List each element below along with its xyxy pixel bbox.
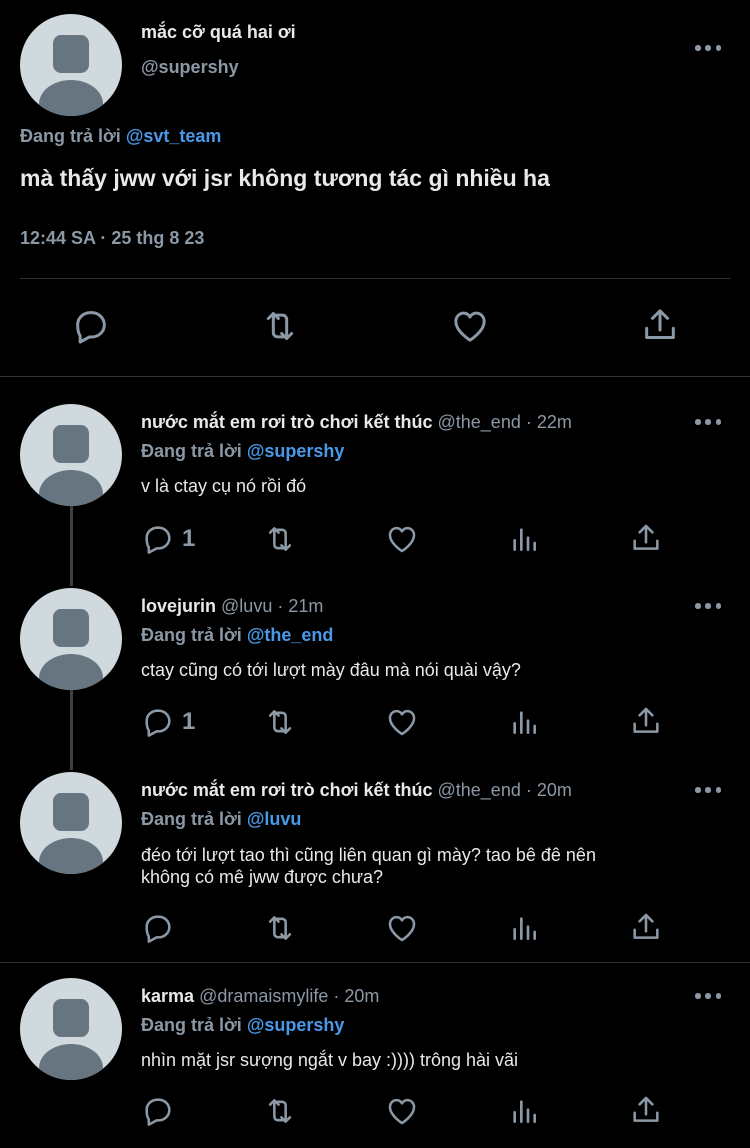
user-handle[interactable]: @the_end [438,780,521,800]
avatar[interactable] [20,978,122,1080]
heart-icon[interactable] [385,911,419,945]
avatar[interactable] [20,772,122,874]
reply-context: Đang trả lời @luvu [141,809,301,830]
reply-to-link[interactable]: @svt_team [126,126,222,146]
tweet-text: v là ctay cụ nó rồi đó [141,476,307,496]
user-handle[interactable]: @supershy [141,57,239,78]
reply-to-link[interactable]: @luvu [247,809,302,829]
tweet-time[interactable]: · 21m [277,596,323,616]
share-icon[interactable] [629,910,663,944]
display-name[interactable]: nước mắt em rơi trò chơi kết thúc [141,412,432,432]
thread-line [70,690,73,770]
more-icon[interactable] [695,43,721,53]
share-icon[interactable] [629,704,663,738]
reply-icon[interactable] [141,705,175,739]
retweet-icon[interactable] [262,911,298,945]
reply-icon[interactable] [141,1094,175,1128]
heart-icon[interactable] [385,705,419,739]
tweet-time[interactable]: · 20m [333,986,379,1006]
tweet-time[interactable]: · 22m [526,412,572,432]
heart-icon[interactable] [385,522,419,556]
reply-icon[interactable] [141,522,175,556]
reply-context: Đang trả lời @the_end [141,625,333,646]
tweet-text: mà thấy jww với jsr không tương tác gì n… [20,165,550,191]
reply-count: 1 [182,525,196,552]
user-handle[interactable]: @dramaismylife [199,986,328,1006]
reply-context: Đang trả lời @svt_team [20,126,221,147]
divider [20,278,730,279]
section-divider [0,376,750,377]
reply-to-link[interactable]: @supershy [247,1015,345,1035]
tweet-time[interactable]: · 20m [526,780,572,800]
tweet-text: nhìn mặt jsr sượng ngắt v bay :)))) trôn… [141,1050,519,1070]
retweet-icon[interactable] [262,705,298,739]
share-icon[interactable] [629,1093,663,1127]
reply-icon[interactable] [71,306,111,346]
reply-header: karma @dramaismylife · 20m [141,986,379,1007]
display-name[interactable]: mắc cỡ quá hai ơi [141,22,296,43]
avatar[interactable] [20,588,122,690]
reply-context: Đang trả lời @supershy [141,1015,344,1036]
tweet-text-line: không có mê jww được chưa? [141,867,384,887]
reply-count: 1 [182,708,196,735]
reply-to-link[interactable]: @supershy [247,441,345,461]
reply-prefix: Đang trả lời [141,1015,242,1035]
reply-prefix: Đang trả lời [141,625,242,645]
views-icon[interactable] [508,911,540,945]
thread-line [70,506,73,586]
user-handle[interactable]: @the_end [438,412,521,432]
share-icon[interactable] [640,305,680,345]
display-name[interactable]: karma [141,986,194,1006]
tweet-text: ctay cũng có tới lượt mày đâu mà nói quà… [141,660,521,680]
views-icon[interactable] [508,522,540,556]
heart-icon[interactable] [450,306,490,346]
more-icon[interactable] [695,601,721,611]
more-icon[interactable] [695,785,721,795]
user-handle[interactable]: @luvu [221,596,272,616]
more-icon[interactable] [695,417,721,427]
section-divider [0,962,750,963]
reply-context: Đang trả lời @supershy [141,441,344,462]
heart-icon[interactable] [385,1094,419,1128]
more-icon[interactable] [695,991,721,1001]
reply-header: nước mắt em rơi trò chơi kết thúc @the_e… [141,780,572,801]
reply-prefix: Đang trả lời [141,809,242,829]
avatar[interactable] [20,14,122,116]
reply-prefix: Đang trả lời [20,126,121,146]
share-icon[interactable] [629,521,663,555]
avatar[interactable] [20,404,122,506]
retweet-icon[interactable] [262,522,298,556]
reply-header: nước mắt em rơi trò chơi kết thúc @the_e… [141,412,572,433]
retweet-icon[interactable] [258,306,302,346]
reply-header: lovejurin @luvu · 21m [141,596,323,617]
tweet-timestamp[interactable]: 12:44 SA · 25 thg 8 23 [20,228,204,249]
reply-to-link[interactable]: @the_end [247,625,334,645]
views-icon[interactable] [508,705,540,739]
views-icon[interactable] [508,1094,540,1128]
reply-icon[interactable] [141,911,175,945]
display-name[interactable]: lovejurin [141,596,216,616]
retweet-icon[interactable] [262,1094,298,1128]
display-name[interactable]: nước mắt em rơi trò chơi kết thúc [141,780,432,800]
reply-prefix: Đang trả lời [141,441,242,461]
